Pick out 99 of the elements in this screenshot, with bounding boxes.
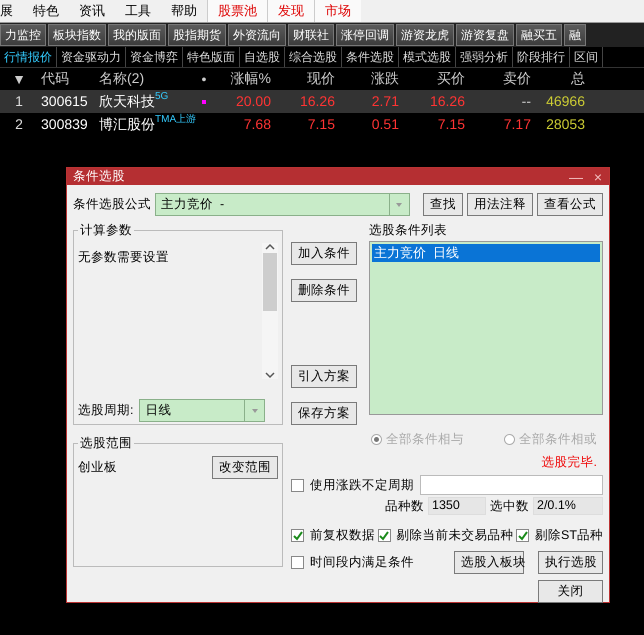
formula-dropdown[interactable]: 主力竞价 - bbox=[155, 193, 410, 216]
group-title: 选股范围 bbox=[79, 435, 133, 452]
field-label: 品种数 bbox=[385, 498, 424, 514]
column-header[interactable]: 涨跌 bbox=[338, 70, 402, 88]
dialog-button[interactable]: 查看公式 bbox=[537, 193, 603, 216]
column-header[interactable]: ▼ bbox=[0, 71, 38, 87]
tab[interactable]: 模式选股 bbox=[399, 47, 456, 67]
input-field[interactable] bbox=[420, 475, 603, 495]
table-cell-text: 1 bbox=[14, 92, 24, 111]
table-cell-text: 0.51 bbox=[370, 115, 400, 134]
column-header[interactable]: 买价 bbox=[402, 70, 468, 88]
table-cell-text: 46966 bbox=[545, 92, 586, 111]
checkbox-label[interactable]: 剔除当前未交易品种 bbox=[378, 527, 514, 544]
table-cell-text: 20.00 bbox=[234, 92, 272, 111]
checkbox-label[interactable]: 前复权数据 bbox=[291, 527, 375, 544]
field-label: 选股周期: bbox=[78, 402, 134, 419]
toolbar-button[interactable]: 融买五 bbox=[516, 24, 562, 46]
checkbox[interactable] bbox=[378, 529, 390, 542]
field-label: 条件选股公式 bbox=[73, 196, 151, 213]
params-text: 无参数需要设置 bbox=[78, 249, 170, 266]
minimize-button[interactable]: — bbox=[565, 168, 587, 184]
tab[interactable]: 阶段排行 bbox=[513, 47, 570, 67]
menu-item[interactable]: 展 bbox=[0, 0, 23, 22]
toolbar-button[interactable]: 游资复盘 bbox=[456, 24, 514, 46]
checkbox[interactable] bbox=[291, 478, 304, 492]
table-cell-text: 28053 bbox=[545, 115, 586, 134]
menu-item[interactable]: 资讯 bbox=[69, 0, 115, 22]
table-cell-text: -- bbox=[520, 92, 532, 111]
dialog-button[interactable]: 查找 bbox=[423, 193, 463, 216]
tab[interactable]: 综合选股 bbox=[285, 47, 342, 67]
menu-item[interactable]: 股票池 bbox=[207, 0, 267, 22]
menu-item[interactable]: 市场 bbox=[314, 0, 361, 22]
scrollbar[interactable] bbox=[262, 243, 278, 379]
checkbox-label[interactable]: 使用涨跌不定周期 bbox=[291, 476, 414, 494]
checkbox-label[interactable]: 剔除ST品种 bbox=[516, 527, 603, 544]
range-value: 创业板 bbox=[78, 459, 117, 476]
tab[interactable]: 强弱分析 bbox=[456, 47, 513, 67]
table-cell-text: 7.68 bbox=[242, 115, 272, 134]
status-text: 选股完毕. bbox=[540, 454, 598, 471]
toolbar-button[interactable]: 外资流向 bbox=[228, 24, 286, 46]
toolbar-button[interactable]: 我的版面 bbox=[108, 24, 166, 46]
column-header[interactable]: • bbox=[198, 71, 210, 87]
tab[interactable]: 资金驱动力 bbox=[57, 47, 126, 67]
table-cell-text: 7.15 bbox=[436, 115, 466, 134]
count-field: 2/0.1% bbox=[533, 497, 603, 515]
toolbar-button[interactable]: 股指期货 bbox=[168, 24, 226, 46]
table-cell-text: 2 bbox=[14, 115, 24, 134]
menu-item[interactable]: 发现 bbox=[267, 0, 314, 22]
dialog-button[interactable]: 引入方案 bbox=[291, 365, 357, 388]
checkbox[interactable] bbox=[516, 529, 529, 542]
column-header[interactable]: 总 bbox=[534, 70, 588, 88]
field-label: 选中数 bbox=[490, 498, 529, 514]
window-title: 条件选股 bbox=[73, 168, 126, 185]
dialog-button[interactable]: 选股入板块 bbox=[454, 551, 524, 574]
table-cell-text: 7.15 bbox=[306, 115, 336, 134]
dialog-button[interactable]: 保存方案 bbox=[291, 402, 357, 425]
tab[interactable]: 区间 bbox=[570, 47, 603, 67]
period-dropdown[interactable]: 日线 bbox=[139, 399, 266, 422]
dialog-button[interactable]: 删除条件 bbox=[291, 279, 357, 302]
column-header[interactable]: 现价 bbox=[274, 70, 338, 88]
toolbar-button[interactable]: 融 bbox=[564, 24, 586, 46]
list-item[interactable]: 主力竞价 日线 bbox=[372, 244, 600, 262]
column-header[interactable]: 涨幅% bbox=[210, 70, 274, 88]
list-label: 选股条件列表 bbox=[369, 222, 448, 239]
column-header[interactable]: 名称(2) bbox=[96, 70, 198, 88]
column-header[interactable]: 代码 bbox=[38, 70, 96, 88]
dialog-button[interactable]: 加入条件 bbox=[291, 242, 357, 265]
menu-item[interactable]: 工具 bbox=[115, 0, 161, 22]
toolbar-button[interactable]: 力监控 bbox=[0, 24, 46, 46]
table-cell-text: 300615 bbox=[40, 92, 89, 111]
checkbox[interactable] bbox=[291, 556, 304, 569]
count-field: 1350 bbox=[428, 497, 486, 515]
close-button[interactable]: × bbox=[587, 168, 609, 184]
tab[interactable]: 行情报价 bbox=[0, 47, 57, 67]
dialog-button[interactable]: 关闭 bbox=[538, 580, 603, 603]
table-cell-text: 16.26 bbox=[298, 92, 336, 111]
table-cell-text: 2.71 bbox=[370, 92, 400, 111]
toolbar-button[interactable]: 游资龙虎 bbox=[396, 24, 454, 46]
caret-icon bbox=[250, 406, 260, 414]
toolbar-button[interactable]: 涨停回调 bbox=[336, 24, 394, 46]
menu-item[interactable]: 帮助 bbox=[161, 0, 207, 22]
menu-item[interactable]: 特色 bbox=[23, 0, 69, 22]
toolbar-button[interactable]: 财联社 bbox=[288, 24, 334, 46]
column-header[interactable]: 卖价 bbox=[468, 70, 534, 88]
dialog-button[interactable]: 执行选股 bbox=[538, 551, 603, 574]
checkbox-label[interactable]: 时间段内满足条件 bbox=[291, 554, 440, 571]
caret-icon bbox=[394, 200, 404, 208]
toolbar-button[interactable]: 板块指数 bbox=[48, 24, 106, 46]
tab[interactable]: 资金博弈 bbox=[126, 47, 183, 67]
group-title: 计算参数 bbox=[79, 222, 133, 239]
tab[interactable]: 特色版面 bbox=[183, 47, 240, 67]
change-range-button[interactable]: 改变范围 bbox=[212, 456, 278, 479]
table-cell-text: 16.26 bbox=[428, 92, 466, 111]
table-cell-text: 300839 bbox=[40, 115, 89, 134]
dialog-button[interactable]: 用法注释 bbox=[467, 193, 533, 216]
checkbox[interactable] bbox=[291, 529, 304, 542]
table-cell-text: 7.17 bbox=[502, 115, 532, 134]
tab[interactable]: 自选股 bbox=[240, 47, 285, 67]
tab[interactable]: 条件选股 bbox=[342, 47, 399, 67]
